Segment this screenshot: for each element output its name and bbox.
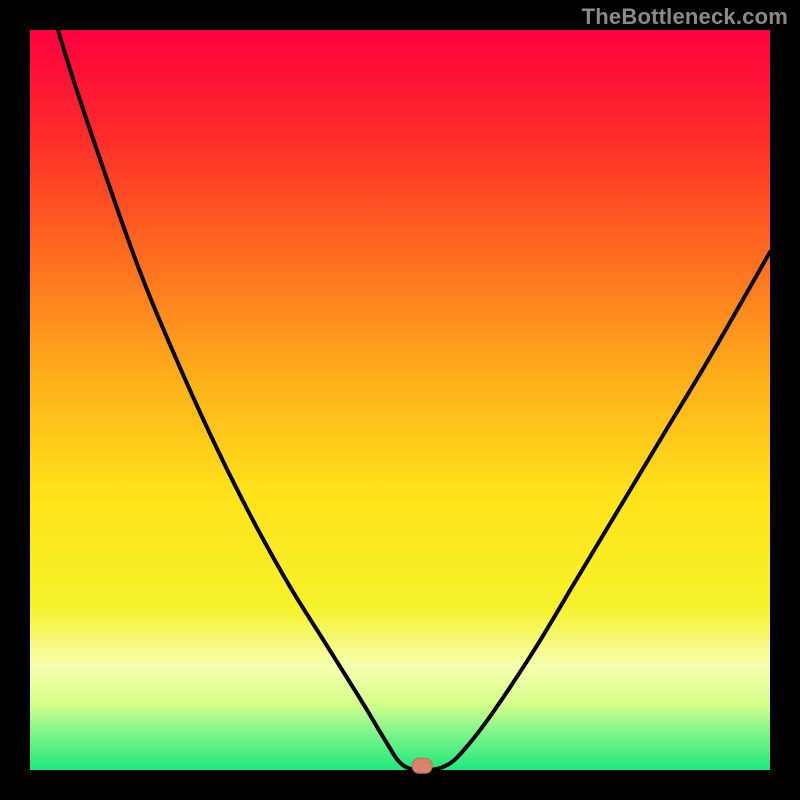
bottleneck-chart: [0, 0, 800, 800]
attribution-label: TheBottleneck.com: [582, 4, 788, 30]
optimal-marker: [412, 758, 432, 773]
gradient-plot-area: [30, 30, 770, 770]
marker-group: [412, 758, 432, 773]
chart-frame: TheBottleneck.com: [0, 0, 800, 800]
